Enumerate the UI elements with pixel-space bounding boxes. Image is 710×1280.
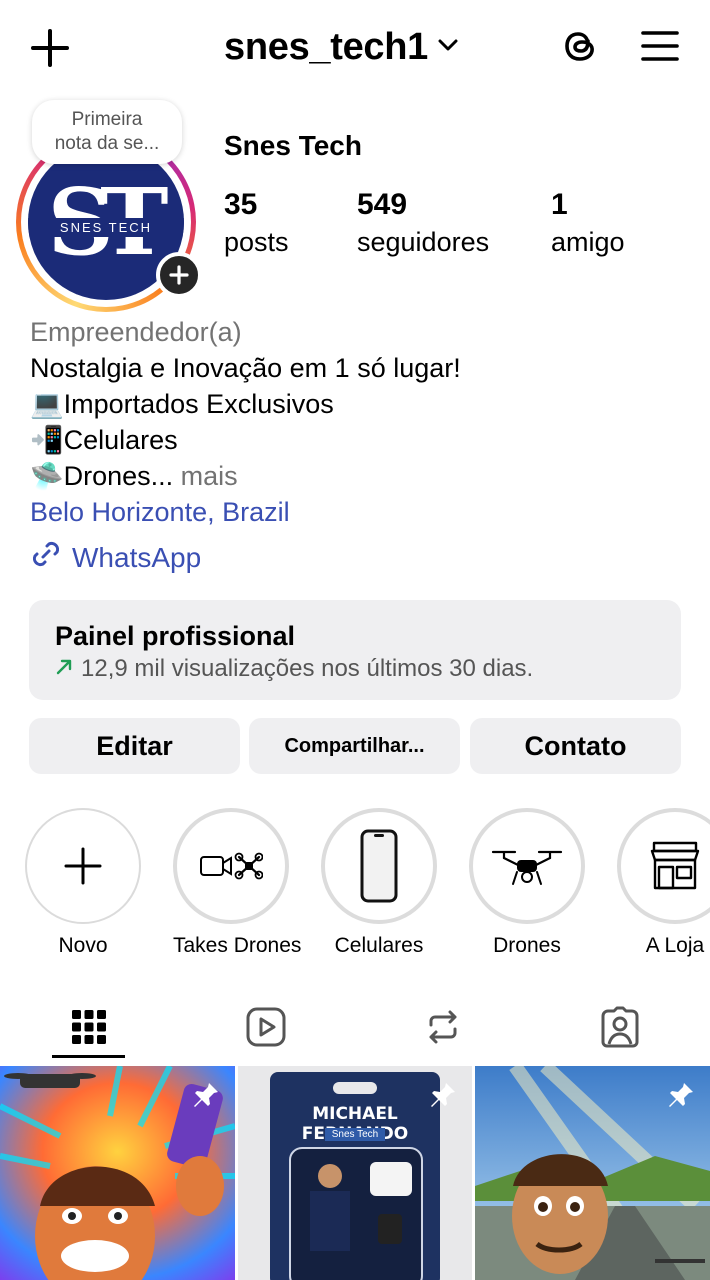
pin-icon	[428, 1080, 458, 1115]
highlight-label: Takes Drones	[173, 934, 302, 957]
stat-followers[interactable]: 549 seguidores	[357, 186, 489, 260]
post-thumbnail[interactable]	[0, 1066, 235, 1280]
note-bubble[interactable]: Primeira nota da se...	[32, 100, 182, 164]
highlight-drones[interactable]: Drones	[469, 808, 585, 958]
pro-panel-subtitle: 12,9 mil visualizações nos últimos 30 di…	[55, 654, 655, 684]
top-bar: snes_tech1	[0, 0, 710, 94]
grid-icon	[71, 1010, 106, 1044]
pro-panel-title: Painel profissional	[55, 621, 296, 651]
highlight-a-loja[interactable]: A Loja	[617, 808, 710, 958]
posts-grid: MICHAEL FERNANDO Snes Tech	[0, 1066, 710, 1280]
stat-value: 35	[224, 188, 258, 221]
pin-icon	[191, 1080, 221, 1115]
tab-reposts[interactable]	[354, 995, 531, 1059]
reposts-icon	[429, 1010, 456, 1044]
post-subcaption: Snes Tech	[325, 1128, 385, 1141]
bio-line: Nostalgia e Inovação em 1 só lugar!	[30, 353, 461, 383]
stat-label: seguidores	[357, 227, 490, 257]
highlight-label: Celulares	[334, 934, 424, 957]
note-line-1: Primeira	[71, 109, 143, 130]
camera-drone-icon	[200, 852, 263, 880]
stat-label: amigo	[551, 227, 625, 257]
bio-line-last: 🛸Drones... mais	[30, 458, 690, 494]
plus-icon	[64, 847, 102, 885]
tab-grid[interactable]	[0, 995, 177, 1059]
phone-icon	[360, 829, 398, 903]
threads-icon[interactable]	[556, 22, 604, 70]
bio: Empreendedor(a) Nostalgia e Inovação em …	[30, 314, 690, 530]
highlight-celulares[interactable]: Celulares	[321, 808, 437, 958]
stat-posts[interactable]: 35 posts	[224, 186, 289, 260]
bio-line: 📲Celulares	[30, 425, 178, 455]
display-name: Snes Tech	[224, 130, 362, 161]
professional-dashboard[interactable]: Painel profissional 12,9 mil visualizaçõ…	[29, 600, 681, 700]
trend-up-icon	[55, 654, 73, 684]
avatar-brand: SNES TECH	[28, 218, 184, 237]
tab-reels[interactable]	[177, 995, 354, 1059]
more-link[interactable]: mais	[173, 461, 238, 491]
bio-line: 🛸Drones...	[30, 461, 174, 491]
link-label: WhatsApp	[72, 541, 202, 573]
edit-profile-button[interactable]: Editar	[29, 718, 240, 774]
plus-icon	[169, 265, 189, 285]
stat-value: 1	[551, 188, 568, 221]
stat-value: 549	[357, 188, 408, 221]
bio-line: 💻Importados Exclusivos	[30, 389, 334, 419]
post-thumbnail[interactable]	[475, 1066, 710, 1280]
store-icon	[650, 841, 700, 890]
add-story-button[interactable]	[156, 252, 202, 298]
highlight-label: A Loja	[645, 934, 705, 957]
bio-category: Empreendedor(a)	[30, 317, 242, 347]
tagged-icon	[601, 1006, 638, 1048]
note-line-2: nota da se...	[54, 133, 160, 154]
stat-label: posts	[224, 227, 289, 257]
highlight-label: Novo	[58, 934, 108, 957]
drone-icon	[491, 850, 563, 885]
menu-icon[interactable]	[636, 24, 684, 68]
active-tab-indicator	[52, 1055, 125, 1058]
reels-icon	[246, 1007, 285, 1047]
post-thumbnail[interactable]: MICHAEL FERNANDO Snes Tech	[238, 1066, 472, 1280]
location-link[interactable]: Belo Horizonte, Brazil	[30, 494, 690, 530]
plus-icon[interactable]	[26, 24, 74, 72]
stat-friends[interactable]: 1 amigo	[551, 186, 625, 260]
tab-tagged[interactable]	[531, 995, 708, 1059]
highlight-takes-drones[interactable]: Takes Drones	[173, 808, 302, 958]
username: snes_tech1	[224, 25, 429, 68]
contact-button[interactable]: Contato	[470, 718, 681, 774]
highlight-label: Drones	[493, 934, 561, 957]
pin-icon	[666, 1080, 696, 1115]
share-profile-button[interactable]: Compartilhar...	[249, 718, 460, 774]
content-tabs	[0, 995, 710, 1063]
chevron-down-icon	[438, 38, 458, 57]
whatsapp-link[interactable]: WhatsApp	[30, 538, 201, 577]
link-icon	[30, 538, 62, 577]
highlight-new[interactable]: Novo	[25, 808, 141, 958]
account-switcher[interactable]: snes_tech1	[224, 22, 458, 72]
